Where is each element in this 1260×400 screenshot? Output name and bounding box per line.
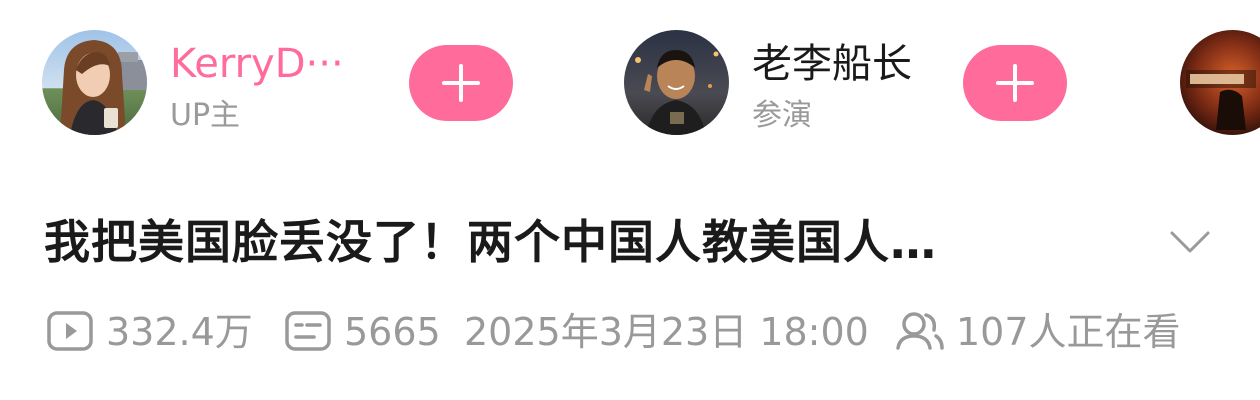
watching-count: 107人正在看 bbox=[956, 310, 1181, 354]
avatar-image bbox=[1180, 30, 1260, 135]
follow-button[interactable] bbox=[409, 45, 513, 121]
expand-button[interactable] bbox=[1160, 218, 1220, 268]
creator-list: KerryD··· UP主 老李船长 参演 bbox=[0, 0, 1260, 160]
play-icon bbox=[46, 310, 94, 367]
avatar-image bbox=[624, 30, 729, 135]
creator-card-laoli[interactable]: 老李船长 参演 bbox=[624, 30, 1074, 140]
creator-name[interactable]: 老李船长 bbox=[752, 38, 912, 90]
creator-card-kerryd[interactable]: KerryD··· UP主 bbox=[42, 30, 522, 140]
creator-name[interactable]: KerryD··· bbox=[170, 38, 344, 90]
plus-icon bbox=[442, 64, 480, 102]
danmaku-count: 5665 bbox=[344, 310, 441, 354]
danmaku-icon bbox=[284, 310, 332, 367]
creator-card-third[interactable] bbox=[1180, 30, 1260, 140]
creator-role: 参演 bbox=[752, 98, 812, 133]
avatar-image bbox=[42, 30, 147, 135]
chevron-down-icon bbox=[1170, 231, 1210, 252]
follow-button[interactable] bbox=[963, 45, 1067, 121]
creator-role: UP主 bbox=[170, 98, 241, 133]
avatar[interactable] bbox=[1180, 30, 1260, 135]
watching-people-icon bbox=[894, 310, 946, 367]
view-count: 332.4万 bbox=[106, 310, 253, 354]
plus-icon bbox=[996, 64, 1034, 102]
avatar[interactable] bbox=[624, 30, 729, 135]
publish-date: 2025年3月23日 18:00 bbox=[464, 310, 869, 354]
video-title: 我把美国脸丢没了！两个中国人教美国人… bbox=[44, 215, 937, 269]
avatar[interactable] bbox=[42, 30, 147, 135]
